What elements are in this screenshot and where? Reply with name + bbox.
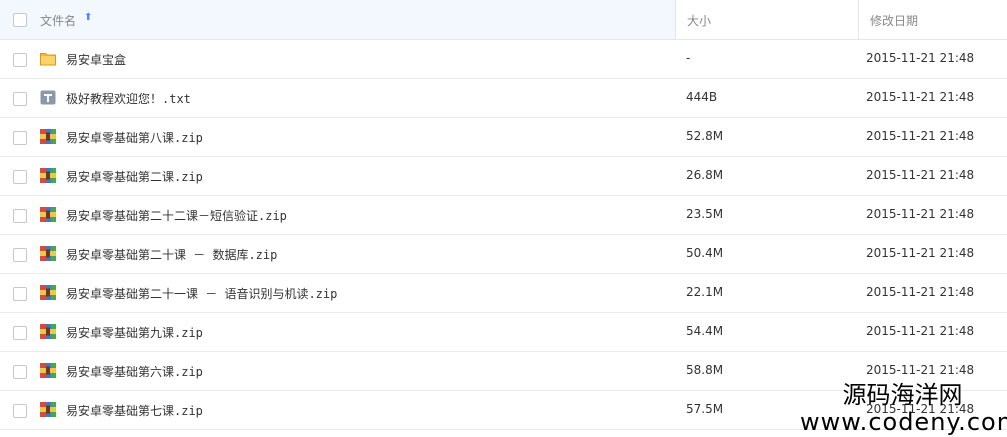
file-size: 444B xyxy=(686,90,718,104)
file-row[interactable]: 易安卓零基础第二课.zip 26.8M 2015-11-21 21:48 xyxy=(0,157,1007,196)
row-checkbox[interactable] xyxy=(13,53,27,67)
text-file-icon xyxy=(40,90,56,105)
file-name[interactable]: 易安卓零基础第八课.zip xyxy=(66,129,203,146)
file-name[interactable]: 易安卓零基础第六课.zip xyxy=(66,363,203,380)
row-checkbox[interactable] xyxy=(13,287,27,301)
file-size: - xyxy=(686,51,691,65)
zip-file-icon xyxy=(40,168,56,183)
column-header-size[interactable]: 大小 xyxy=(676,0,859,39)
file-modified-date: 2015-11-21 21:48 xyxy=(866,90,975,104)
file-row[interactable]: 易安卓宝盒 - 2015-11-21 21:48 xyxy=(0,40,1007,79)
file-size: 23.5M xyxy=(686,207,724,221)
column-size-label: 大小 xyxy=(687,14,712,28)
file-modified-date: 2015-11-21 21:48 xyxy=(866,402,975,416)
file-modified-date: 2015-11-21 21:48 xyxy=(866,324,975,338)
file-name[interactable]: 易安卓零基础第七课.zip xyxy=(66,402,203,419)
folder-icon xyxy=(40,51,56,66)
file-modified-date: 2015-11-21 21:48 xyxy=(866,51,975,65)
file-row[interactable]: 易安卓零基础第二十一课 － 语音识别与机读.zip 22.1M 2015-11-21… xyxy=(0,274,1007,313)
file-size: 26.8M xyxy=(686,168,724,182)
file-modified-date: 2015-11-21 21:48 xyxy=(866,168,975,182)
file-modified-date: 2015-11-21 21:48 xyxy=(866,246,975,260)
file-list-header: 文件名 ⬆ 大小 修改日期 xyxy=(0,0,1007,40)
select-all-checkbox[interactable] xyxy=(13,13,27,27)
row-checkbox[interactable] xyxy=(13,170,27,184)
zip-file-icon xyxy=(40,363,56,378)
zip-file-icon xyxy=(40,402,56,417)
row-checkbox[interactable] xyxy=(13,209,27,223)
file-row[interactable]: 易安卓零基础第六课.zip 58.8M 2015-11-21 21:48 xyxy=(0,352,1007,391)
file-name[interactable]: 易安卓零基础第九课.zip xyxy=(66,324,203,341)
file-row[interactable]: 易安卓零基础第九课.zip 54.4M 2015-11-21 21:48 xyxy=(0,313,1007,352)
row-checkbox[interactable] xyxy=(13,326,27,340)
file-name[interactable]: 易安卓零基础第二十一课 － 语音识别与机读.zip xyxy=(66,285,337,302)
sort-ascending-icon[interactable]: ⬆ xyxy=(84,12,92,23)
file-size: 54.4M xyxy=(686,324,724,338)
zip-file-icon xyxy=(40,246,56,261)
file-modified-date: 2015-11-21 21:48 xyxy=(866,129,975,143)
file-size: 50.4M xyxy=(686,246,724,260)
zip-file-icon xyxy=(40,285,56,300)
column-name-label: 文件名 xyxy=(40,14,77,28)
zip-file-icon xyxy=(40,324,56,339)
file-size: 58.8M xyxy=(686,363,724,377)
row-checkbox[interactable] xyxy=(13,92,27,106)
file-size: 22.1M xyxy=(686,285,724,299)
zip-file-icon xyxy=(40,129,56,144)
column-header-date[interactable]: 修改日期 xyxy=(859,0,1007,39)
file-name[interactable]: 易安卓零基础第二十课 － 数据库.zip xyxy=(66,246,277,263)
row-checkbox[interactable] xyxy=(13,404,27,418)
file-name[interactable]: 易安卓宝盒 xyxy=(66,51,126,68)
file-row[interactable]: 极好教程欢迎您！.txt 444B 2015-11-21 21:48 xyxy=(0,79,1007,118)
file-name[interactable]: 易安卓零基础第二十二课－短信验证.zip xyxy=(66,207,287,224)
file-size: 57.5M xyxy=(686,402,724,416)
column-header-name[interactable]: 文件名 ⬆ xyxy=(0,0,676,39)
row-checkbox[interactable] xyxy=(13,131,27,145)
file-modified-date: 2015-11-21 21:48 xyxy=(866,207,975,221)
file-row[interactable]: 易安卓零基础第二十课 － 数据库.zip 50.4M 2015-11-21 21:4… xyxy=(0,235,1007,274)
row-checkbox[interactable] xyxy=(13,365,27,379)
file-name[interactable]: 易安卓零基础第二课.zip xyxy=(66,168,203,185)
file-modified-date: 2015-11-21 21:48 xyxy=(866,285,975,299)
zip-file-icon xyxy=(40,207,56,222)
file-modified-date: 2015-11-21 21:48 xyxy=(866,363,975,377)
file-row[interactable]: 易安卓零基础第七课.zip 57.5M 2015-11-21 21:48 xyxy=(0,391,1007,430)
column-date-label: 修改日期 xyxy=(870,14,919,28)
file-size: 52.8M xyxy=(686,129,724,143)
row-checkbox[interactable] xyxy=(13,248,27,262)
file-row[interactable]: 易安卓零基础第二十二课－短信验证.zip 23.5M 2015-11-21 21:4… xyxy=(0,196,1007,235)
file-name[interactable]: 极好教程欢迎您！.txt xyxy=(66,90,191,107)
file-row[interactable]: 易安卓零基础第八课.zip 52.8M 2015-11-21 21:48 xyxy=(0,118,1007,157)
